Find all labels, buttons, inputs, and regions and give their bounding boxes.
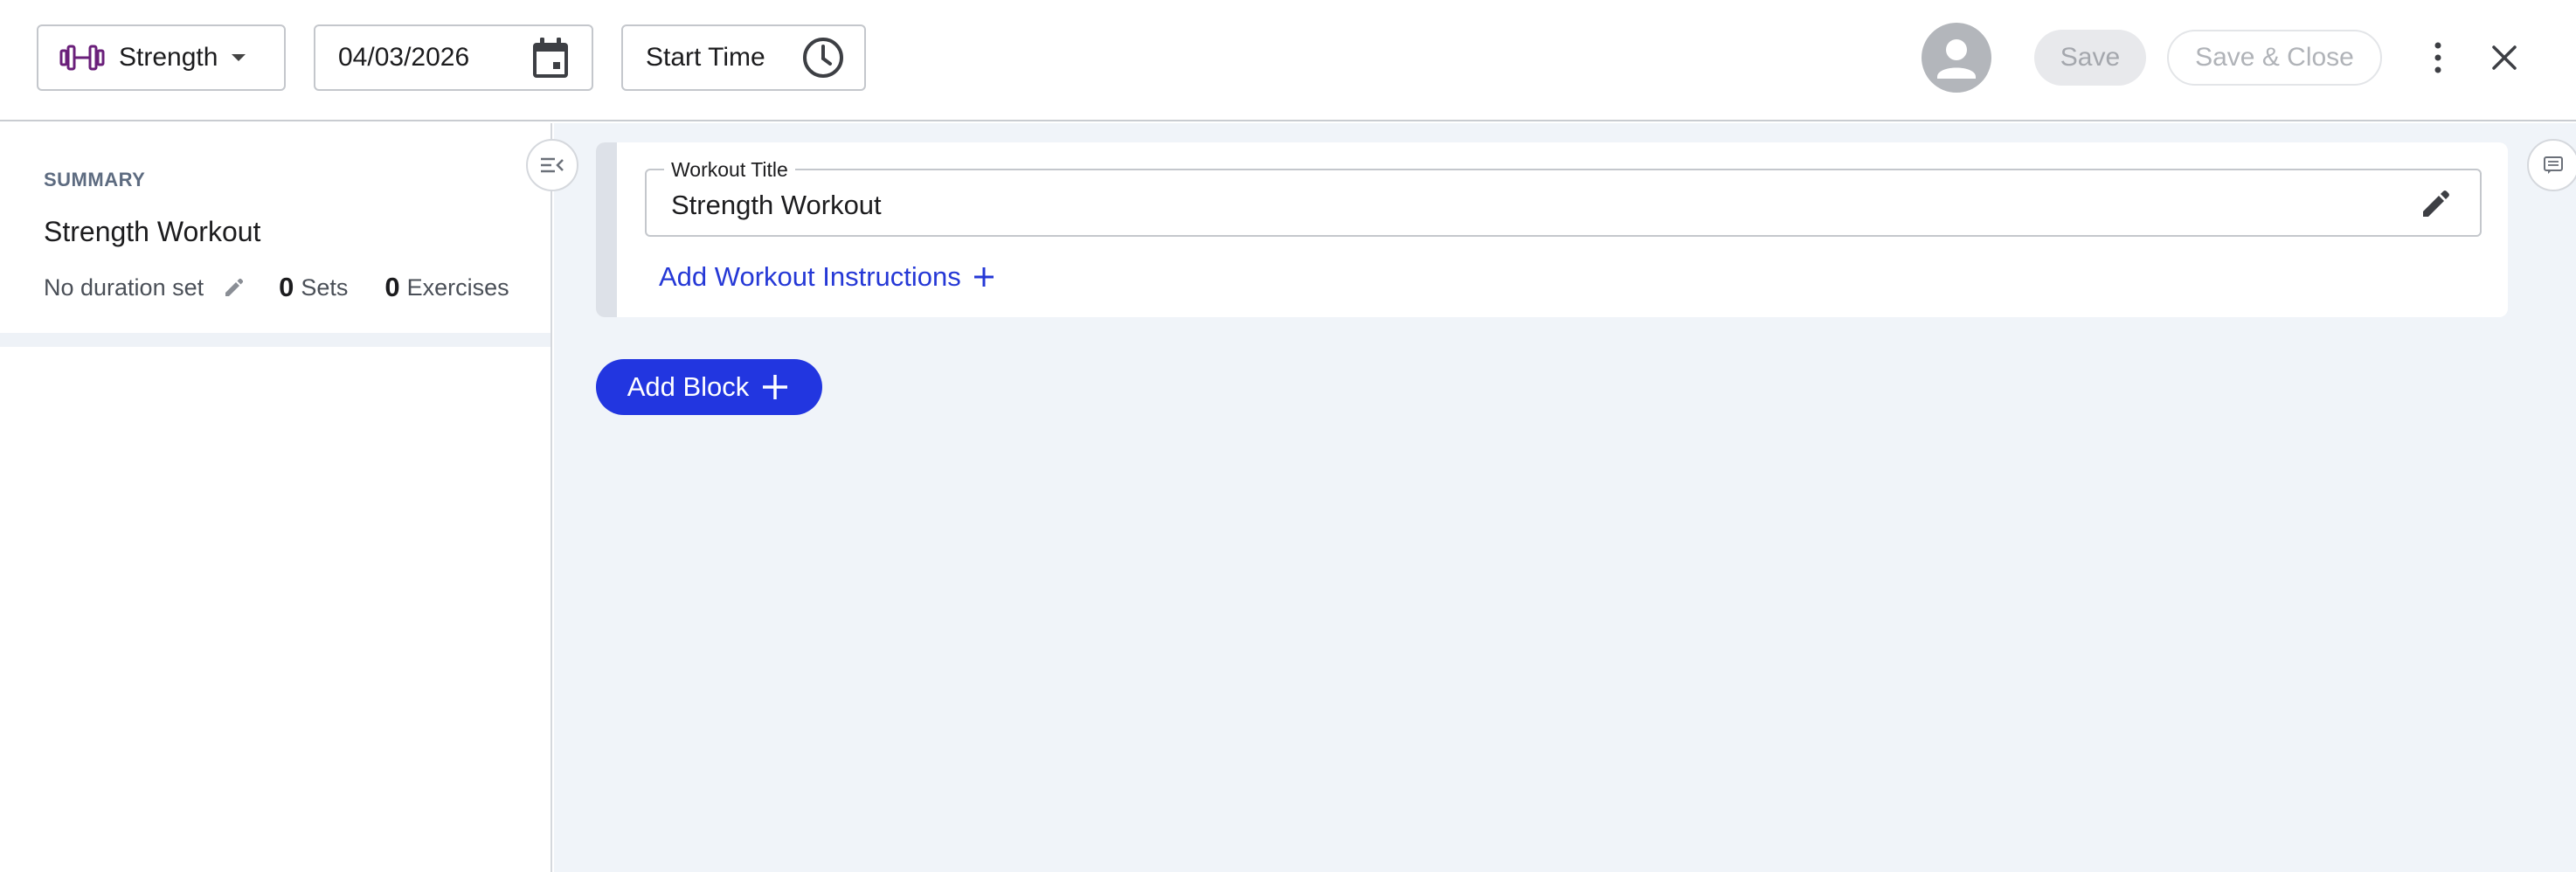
add-workout-instructions-link[interactable]: Add Workout Instructions [659,261,996,293]
date-field[interactable]: 04/03/2026 [314,24,593,91]
workout-title-label: Workout Title [664,158,795,182]
user-icon [1937,39,1976,79]
save-button[interactable]: Save [2034,30,2146,86]
collapse-sidebar-button[interactable] [526,139,578,191]
close-icon[interactable] [2489,42,2520,73]
date-value: 04/03/2026 [338,43,470,72]
exercises-count: 0 [384,272,400,302]
add-instructions-label: Add Workout Instructions [659,261,961,292]
summary-sidebar: SUMMARY Strength Workout No duration set… [0,123,552,872]
edit-duration-icon[interactable] [223,276,246,299]
summary-heading: SUMMARY [44,169,146,190]
workout-title-field[interactable]: Workout Title Strength Workout [645,158,2482,237]
card-accent-bar [596,142,617,317]
summary-workout-title: Strength Workout [44,216,261,247]
calendar-icon[interactable] [530,36,571,80]
workout-type-select[interactable]: Strength [37,24,286,91]
comment-icon [2544,156,2563,174]
workout-title-card: Workout Title Strength Workout Add Worko… [596,142,2508,317]
sets-label: Sets [301,273,349,301]
dumbbell-icon [59,45,105,71]
sidebar-divider [0,333,551,347]
plus-icon [973,267,994,287]
exercises-label: Exercises [406,273,509,301]
workout-title-value: Strength Workout [671,190,882,220]
save-and-close-button[interactable]: Save & Close [2167,30,2382,86]
top-toolbar: Strength 04/03/2026 Start Time Save Save… [0,0,2576,121]
start-time-field[interactable]: Start Time [621,24,866,91]
sets-count: 0 [279,272,294,302]
more-vertical-icon[interactable] [2424,38,2452,77]
start-time-label: Start Time [646,43,765,72]
chevron-down-icon [232,54,246,61]
duration-text: No duration set [44,273,204,301]
summary-stats: No duration set 0 Sets 0 Exercises [44,270,546,305]
add-block-label: Add Block [627,371,750,402]
notes-panel-button[interactable] [2527,139,2576,191]
workout-type-label: Strength [119,43,218,72]
plus-icon [763,375,788,399]
clock-icon[interactable] [801,36,845,80]
collapse-sidebar-icon [541,157,564,173]
add-block-button[interactable]: Add Block [596,359,822,415]
avatar[interactable] [1922,23,1991,93]
edit-title-icon[interactable] [2419,186,2454,221]
